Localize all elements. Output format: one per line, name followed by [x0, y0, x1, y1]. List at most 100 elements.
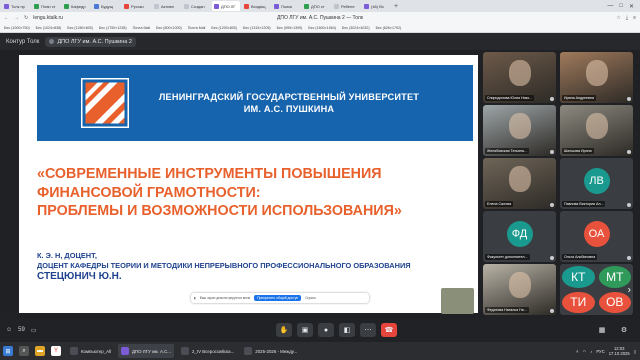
- chat-icon[interactable]: ▭: [31, 327, 37, 334]
- app-icon: [121, 347, 130, 355]
- room-chip[interactable]: ДПО ЛГУ им. А.С. Пушкина 2: [45, 36, 136, 47]
- participant-name: Федотова Наталья Ни...: [485, 307, 529, 313]
- university-line: ИМ. А.С. ПУШКИНА: [243, 104, 335, 114]
- tolk-header: Контур Толк ДПО ЛГУ им. А.С. Пушкина 2: [0, 33, 640, 50]
- mic-muted-icon: [550, 309, 554, 313]
- browser-tab[interactable]: Кафедр: [62, 1, 90, 11]
- participant-avatar: ЛВ: [583, 168, 610, 195]
- tab-favicon-icon: [64, 3, 69, 9]
- participant-tile[interactable]: ЛВ Павлова Виктория Ал...: [560, 158, 633, 209]
- back-icon[interactable]: ←: [4, 15, 9, 21]
- browser-tab[interactable]: Будущ: [92, 1, 120, 11]
- clock[interactable]: 12:03 17.10.2025: [609, 346, 630, 356]
- download-icon[interactable]: ⤓: [626, 15, 628, 21]
- participant-tile[interactable]: Елена Салова: [483, 158, 556, 209]
- bookmark-item[interactable]: Бес (995×1399): [277, 26, 303, 30]
- slide-title: «СОВРЕМЕННЫЕ ИНСТРУМЕНТЫ ПОВЫШЕНИЯ ФИНАН…: [37, 165, 467, 221]
- participant-avatar: ФД: [506, 221, 533, 248]
- screen-share-icon[interactable]: ▣: [297, 323, 313, 337]
- participant-tile[interactable]: Желябовская Татьяна...: [483, 105, 556, 156]
- share-status-icon: ▮: [194, 296, 196, 300]
- taskbar-item[interactable]: 2025-2026 - Между...: [241, 344, 300, 358]
- participant-tile[interactable]: Федотова Наталья Ни...: [483, 264, 556, 315]
- university-line: ЛЕНИНГРАДСКИЙ ГОСУДАРСТВЕННЫЙ УНИВЕРСИТЕ…: [158, 92, 420, 102]
- participant-tile[interactable]: Ирина Андреевна: [560, 52, 633, 103]
- bookmark-item[interactable]: Бес (1280×800): [67, 26, 93, 30]
- browser-tab[interactable]: Активн: [152, 1, 180, 11]
- bookmark-item[interactable]: Бес (1750×1238): [99, 26, 127, 30]
- participant-tile[interactable]: Спиридонова Юлия Нико...: [483, 52, 556, 103]
- taskbar-item-label: Компьютер_All: [81, 348, 112, 354]
- more-icon[interactable]: ⋯: [360, 323, 376, 337]
- browser-tab[interactable]: Толк пр: [2, 1, 30, 11]
- tab-favicon-icon: [334, 3, 339, 9]
- browser-tab[interactable]: ДПО ЛГ: [212, 1, 240, 11]
- participants-count[interactable]: 59: [18, 327, 25, 333]
- browser-tab[interactable]: Входящ: [242, 1, 270, 11]
- bookmark-item[interactable]: Бес (1315×1205): [243, 26, 271, 30]
- chevron-right-icon[interactable]: ›: [628, 284, 631, 295]
- participant-tile[interactable]: Шипшова Ирина: [560, 105, 633, 156]
- bookmark-item[interactable]: Бес (1000×750): [4, 26, 30, 30]
- more-participants-tile[interactable]: КТ МТ ТИ ОВ ›: [560, 264, 633, 315]
- taskbar-item[interactable]: Компьютер_All: [67, 344, 114, 358]
- people-icon[interactable]: ☺: [6, 327, 12, 333]
- bookmark-item[interactable]: Бес (1600×1564): [308, 26, 336, 30]
- title-line: ПРОБЛЕМЫ И ВОЗМОЖНОСТИ ИСПОЛЬЗОВАНИЯ»: [37, 203, 402, 219]
- browser-tab[interactable]: Создан: [182, 1, 210, 11]
- url-field[interactable]: lengu.ktalk.ru: [33, 15, 63, 21]
- menu-icon[interactable]: ≡: [633, 15, 636, 21]
- browser-tab[interactable]: Поиск: [272, 1, 300, 11]
- layout-icon[interactable]: ▦: [594, 323, 610, 337]
- search-icon[interactable]: ⌕: [19, 346, 29, 356]
- folder-icon[interactable]: ▬: [35, 346, 45, 356]
- tab-label: (46) Вх: [371, 3, 384, 9]
- browser-tab[interactable]: ДПО ст: [302, 1, 330, 11]
- more-avatars: КТ МТ ТИ ОВ: [560, 264, 633, 315]
- camera-icon[interactable]: ◧: [339, 323, 355, 337]
- browser-tab[interactable]: Ребене: [332, 1, 360, 11]
- volume-icon[interactable]: ♪: [590, 349, 592, 354]
- forward-icon[interactable]: →: [14, 15, 19, 21]
- tab-favicon-icon: [34, 3, 39, 9]
- start-icon[interactable]: ⊞: [3, 346, 13, 356]
- hand-icon[interactable]: ✋: [276, 323, 292, 337]
- yandex-browser-icon[interactable]: Y: [51, 346, 61, 356]
- chevron-up-icon[interactable]: ˄: [576, 349, 578, 354]
- participant-tile[interactable]: ОА Ольга Альбиновна: [560, 211, 633, 262]
- bookmark-star-icon[interactable]: ☆: [616, 15, 620, 21]
- reload-icon[interactable]: ↻: [24, 15, 28, 21]
- close-icon[interactable]: ✕: [629, 3, 634, 10]
- browser-tab[interactable]: (46) Вх: [362, 1, 390, 11]
- browser-tab-strip: Толк пр План ст Кафедр Будущ Русски Активн Соз…: [0, 0, 640, 12]
- taskbar-item[interactable]: ДПО ЛГУ им. А.С...: [118, 344, 174, 358]
- bookmark-item[interactable]: Бес (3024×4032): [342, 26, 370, 30]
- new-tab-button[interactable]: +: [392, 3, 400, 10]
- bookmark-item[interactable]: Бес (1200×800): [211, 26, 237, 30]
- bookmark-item[interactable]: Бес (626×1792): [376, 26, 402, 30]
- microphone-icon[interactable]: ●: [318, 323, 334, 337]
- leave-call-icon[interactable]: ☎: [381, 323, 397, 337]
- tab-favicon-icon: [214, 3, 219, 9]
- browser-tab[interactable]: Русски: [122, 1, 150, 11]
- minimize-icon[interactable]: —: [607, 3, 613, 10]
- bookmark-item[interactable]: Почта Mail: [133, 26, 151, 30]
- participant-tile[interactable]: ФД Факультет дополнител...: [483, 211, 556, 262]
- browser-tab[interactable]: План ст: [32, 1, 60, 11]
- taskbar-item[interactable]: 2_IV Всероссийска...: [178, 344, 237, 358]
- bookmark-item[interactable]: Бес (800×1000): [156, 26, 182, 30]
- tab-label: Создан: [191, 3, 205, 9]
- language-indicator[interactable]: РУС: [596, 349, 604, 354]
- settings-icon[interactable]: ⚙: [616, 323, 632, 337]
- stop-sharing-button[interactable]: Прекратить общий доступ: [254, 295, 302, 301]
- network-icon[interactable]: ◠: [583, 349, 587, 354]
- tab-label: Поиск: [281, 3, 293, 9]
- notifications-icon[interactable]: ▯: [634, 349, 636, 354]
- mic-muted-icon: [627, 203, 631, 207]
- hide-button[interactable]: Скрыть: [305, 296, 316, 300]
- maximize-icon[interactable]: □: [619, 3, 623, 10]
- bookmark-item[interactable]: Бес (1024×838): [36, 26, 62, 30]
- tab-label: План ст: [41, 3, 56, 9]
- bookmarks-bar: Бес (1000×750) Бес (1024×838) Бес (1280×80…: [0, 24, 640, 33]
- bookmark-item[interactable]: Почта Mail: [188, 26, 206, 30]
